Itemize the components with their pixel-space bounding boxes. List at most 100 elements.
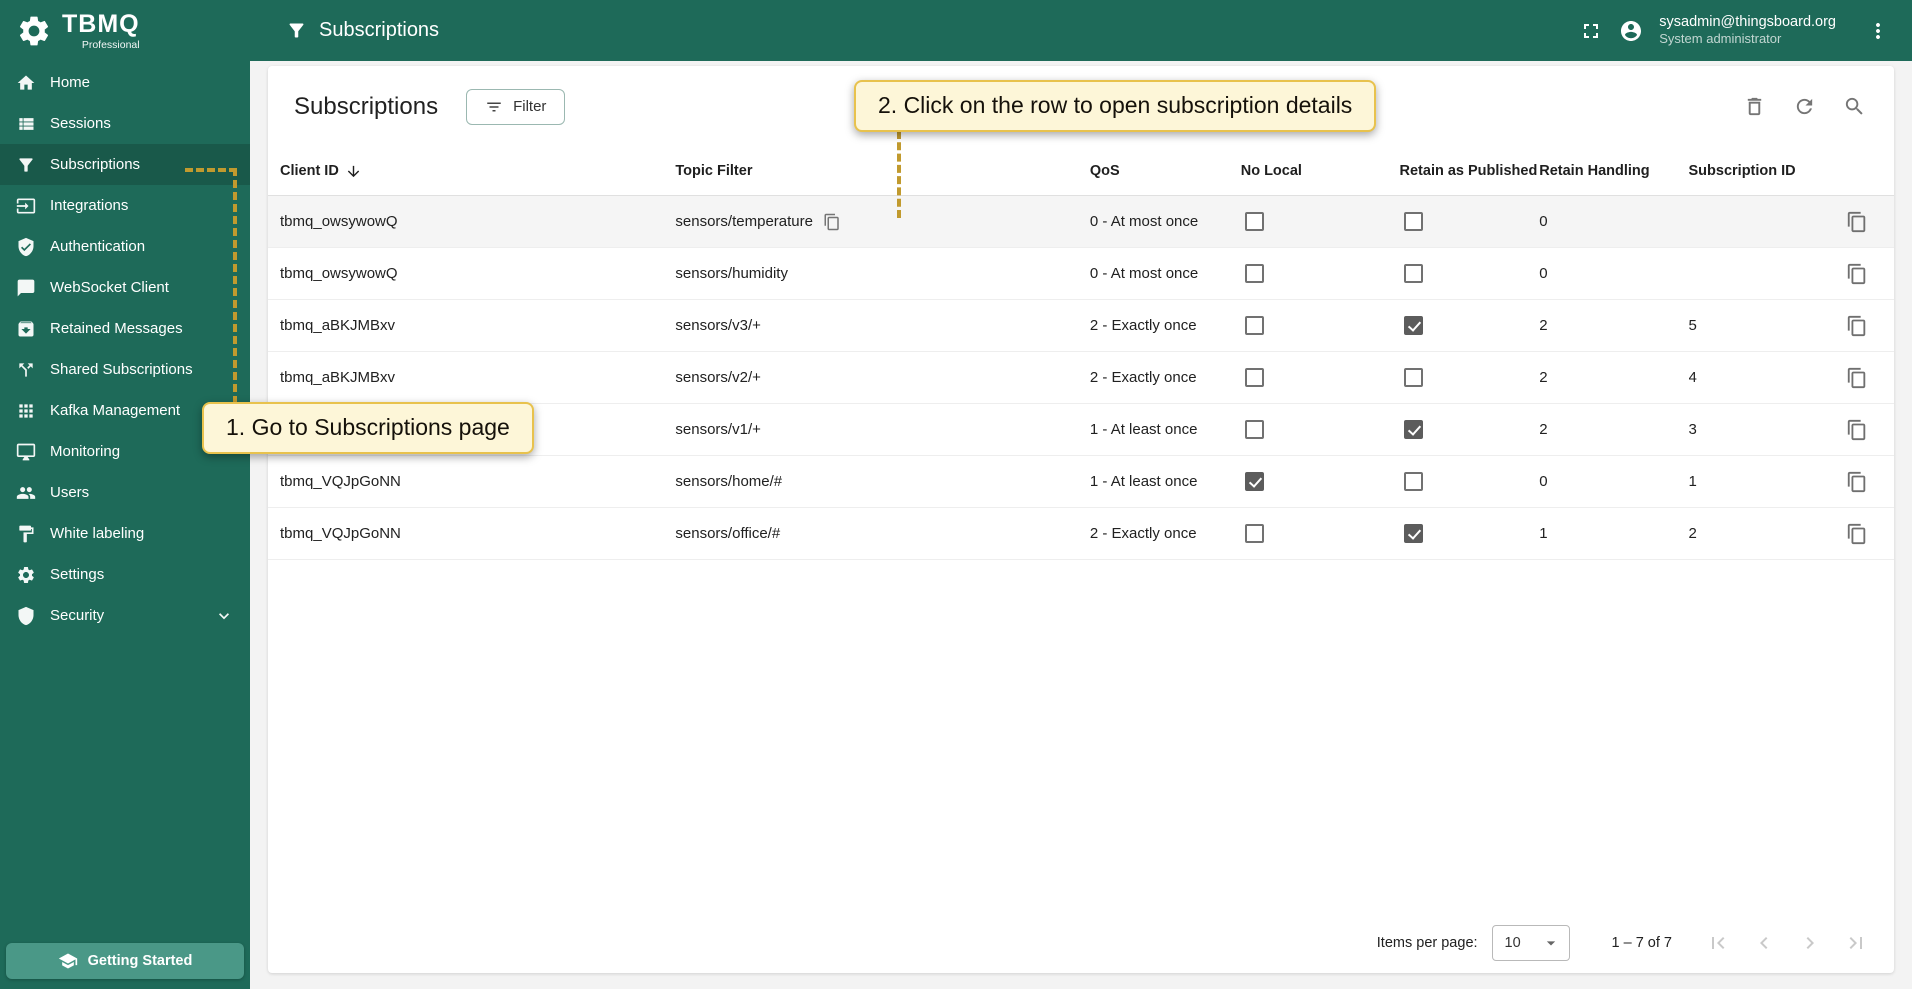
previous-page-button[interactable] xyxy=(1752,931,1776,955)
card-title: Subscriptions xyxy=(294,92,439,120)
page-title-label: Subscriptions xyxy=(319,19,440,41)
sidebar-item-white-labeling[interactable]: White labeling xyxy=(0,513,250,554)
no-local-checkbox[interactable] xyxy=(1244,420,1264,439)
logo[interactable]: TBMQ Professional xyxy=(0,0,250,62)
retain-as-published-cell xyxy=(1400,316,1540,335)
user-info: sysadmin@thingsboard.org System administ… xyxy=(1659,13,1836,47)
refresh-icon[interactable] xyxy=(1793,95,1816,118)
content-area: Subscriptions Filter Client ID Topic Fil… xyxy=(250,61,1912,989)
table-body: tbmq_owsywowQ sensors/temperature 0 - At… xyxy=(268,196,1894,560)
sidebar-item-icon xyxy=(16,155,36,175)
sidebar-item-security[interactable]: Security xyxy=(0,595,250,636)
copy-subscription-icon[interactable] xyxy=(1846,263,1868,285)
user-email: sysadmin@thingsboard.org xyxy=(1659,14,1836,31)
qos-cell: 0 - At most once xyxy=(1089,265,1199,282)
column-header-topic-filter[interactable]: Topic Filter xyxy=(675,163,1089,179)
no-local-checkbox[interactable] xyxy=(1244,472,1264,491)
sidebar-item-integrations[interactable]: Integrations xyxy=(0,185,250,226)
retain-handling-cell: 2 xyxy=(1539,369,1548,386)
sort-arrow-down-icon[interactable] xyxy=(345,163,362,180)
copy-subscription-icon[interactable] xyxy=(1846,367,1868,389)
retain-as-published-checkbox[interactable] xyxy=(1403,316,1423,335)
first-page-button[interactable] xyxy=(1706,931,1730,955)
no-local-checkbox[interactable] xyxy=(1244,212,1264,231)
fullscreen-icon[interactable] xyxy=(1579,19,1603,43)
topic-filter-cell: sensors/temperature xyxy=(675,213,1089,231)
copy-topic-icon[interactable] xyxy=(823,213,841,231)
column-header-client-id[interactable]: Client ID xyxy=(280,163,675,180)
sidebar-item-label: Users xyxy=(50,484,90,501)
filter-button[interactable]: Filter xyxy=(466,88,566,125)
sidebar-item-retained-messages[interactable]: Retained Messages xyxy=(0,308,250,349)
sidebar-item-settings[interactable]: Settings xyxy=(0,554,250,595)
table-row[interactable]: tbmq_aBKJMBxv sensors/v2/+ 2 - Exactly o… xyxy=(268,352,1894,404)
table-row[interactable]: tbmq_owsywowQ sensors/humidity 0 - At mo… xyxy=(268,248,1894,300)
column-header-qos[interactable]: QoS xyxy=(1090,163,1241,179)
user-avatar-icon[interactable] xyxy=(1619,19,1643,43)
table-row[interactable]: tbmq_VQJpGoNN sensors/office/# 2 - Exact… xyxy=(268,508,1894,560)
sidebar-item-websocket-client[interactable]: WebSocket Client xyxy=(0,267,250,308)
no-local-checkbox[interactable] xyxy=(1244,264,1264,283)
table-row[interactable]: tbmq_VQJpGoNN sensors/home/# 1 - At leas… xyxy=(268,456,1894,508)
next-page-button[interactable] xyxy=(1798,931,1822,955)
sidebar-item-label: Sessions xyxy=(50,115,111,132)
no-local-cell xyxy=(1241,264,1400,283)
column-header-no-local[interactable]: No Local xyxy=(1241,163,1400,179)
sidebar-item-sessions[interactable]: Sessions xyxy=(0,103,250,144)
column-header-subscription-id[interactable]: Subscription ID xyxy=(1689,163,1834,179)
retain-as-published-checkbox[interactable] xyxy=(1403,212,1423,231)
copy-subscription-icon[interactable] xyxy=(1846,315,1868,337)
getting-started-button[interactable]: Getting Started xyxy=(6,943,244,979)
sidebar-item-label: Kafka Management xyxy=(50,402,181,419)
search-icon[interactable] xyxy=(1843,95,1866,118)
no-local-checkbox[interactable] xyxy=(1244,368,1264,387)
column-header-retain-handling[interactable]: Retain Handling xyxy=(1539,163,1688,179)
topic-filter-cell: sensors/v3/+ xyxy=(675,317,761,334)
delete-icon[interactable] xyxy=(1743,95,1766,118)
retain-as-published-checkbox[interactable] xyxy=(1403,420,1423,439)
retain-as-published-checkbox[interactable] xyxy=(1403,472,1423,491)
table-row[interactable]: tbmq_owsywowQ sensors/temperature 0 - At… xyxy=(268,196,1894,248)
column-header-retain-as-published[interactable]: Retain as Published xyxy=(1400,163,1540,179)
page-title: Subscriptions xyxy=(286,19,439,42)
sidebar-item-shared-subscriptions[interactable]: Shared Subscriptions xyxy=(0,349,250,390)
annotation-connector-step1 xyxy=(233,168,237,404)
retain-as-published-checkbox[interactable] xyxy=(1403,368,1423,387)
sidebar-item-icon xyxy=(16,360,36,380)
client-id-cell: tbmq_VQJpGoNN xyxy=(280,473,401,490)
topic-filter-cell: sensors/v1/+ xyxy=(675,421,761,438)
retain-handling-cell: 2 xyxy=(1539,317,1548,334)
sidebar-item-subscriptions[interactable]: Subscriptions xyxy=(0,144,250,185)
copy-subscription-icon[interactable] xyxy=(1846,523,1868,545)
topic-filter-cell: sensors/v2/+ xyxy=(675,369,761,386)
retain-as-published-checkbox[interactable] xyxy=(1403,524,1423,543)
qos-cell: 1 - At least once xyxy=(1089,421,1198,438)
page-range-label: 1 – 7 of 7 xyxy=(1611,935,1672,951)
retain-handling-cell: 1 xyxy=(1539,525,1548,542)
copy-subscription-icon[interactable] xyxy=(1846,419,1868,441)
last-page-button[interactable] xyxy=(1844,931,1868,955)
table-row[interactable]: tbmq_aBKJMBxv sensors/v3/+ 2 - Exactly o… xyxy=(268,300,1894,352)
app-name: TBMQ xyxy=(62,9,140,38)
topic-filter-cell: sensors/home/# xyxy=(675,473,783,490)
school-icon xyxy=(58,951,78,971)
no-local-cell xyxy=(1241,524,1400,543)
sidebar-item-authentication[interactable]: Authentication xyxy=(0,226,250,267)
retain-handling-cell: 0 xyxy=(1539,473,1548,490)
more-menu-icon[interactable] xyxy=(1866,19,1890,43)
sidebar-item-icon xyxy=(16,196,36,216)
retain-as-published-checkbox[interactable] xyxy=(1403,264,1423,283)
items-per-page-select[interactable]: 10 xyxy=(1491,925,1570,961)
topic-filter-cell: sensors/office/# xyxy=(675,525,781,542)
copy-subscription-icon[interactable] xyxy=(1846,471,1868,493)
sidebar-item-icon xyxy=(16,73,36,93)
sidebar-item-label: White labeling xyxy=(50,525,145,542)
filter-button-label: Filter xyxy=(513,98,547,115)
sidebar-item-users[interactable]: Users xyxy=(0,472,250,513)
qos-cell: 2 - Exactly once xyxy=(1089,317,1197,334)
no-local-checkbox[interactable] xyxy=(1244,524,1264,543)
no-local-checkbox[interactable] xyxy=(1244,316,1264,335)
copy-subscription-icon[interactable] xyxy=(1846,211,1868,233)
sidebar-item-home[interactable]: Home xyxy=(0,62,250,103)
subscription-id-cell: 3 xyxy=(1688,421,1697,438)
